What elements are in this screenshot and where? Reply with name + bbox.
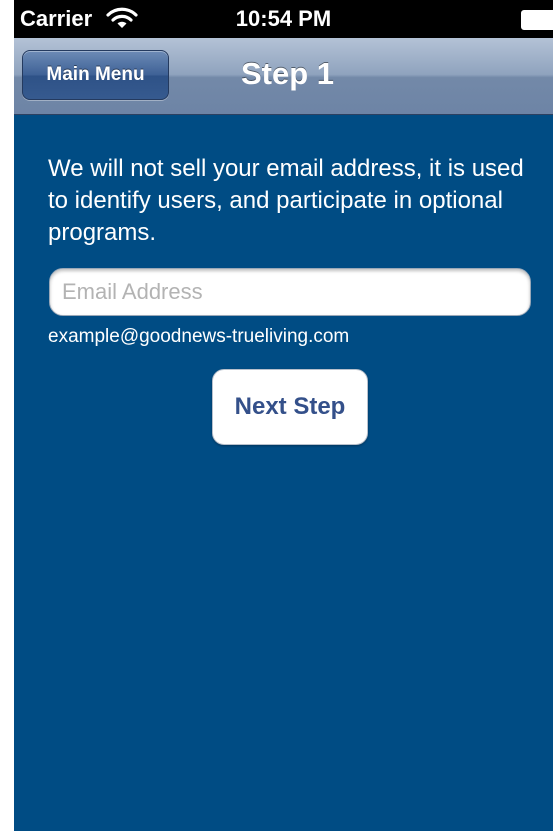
battery-icon (521, 10, 553, 30)
content-area: We will not sell your email address, it … (14, 115, 553, 831)
email-field[interactable] (49, 268, 531, 316)
status-bar: Carrier 10:54 PM (14, 0, 553, 38)
left-edge (0, 0, 14, 831)
page-title: Step 1 (240, 56, 335, 91)
intro-text: We will not sell your email address, it … (48, 155, 524, 246)
clock-label: 10:54 PM (235, 6, 332, 31)
next-step-button[interactable]: Next Step (212, 369, 368, 445)
navigation-bar: Main Menu Step 1 (14, 38, 553, 115)
email-example-text: example@goodnews-trueliving.com (48, 326, 350, 347)
